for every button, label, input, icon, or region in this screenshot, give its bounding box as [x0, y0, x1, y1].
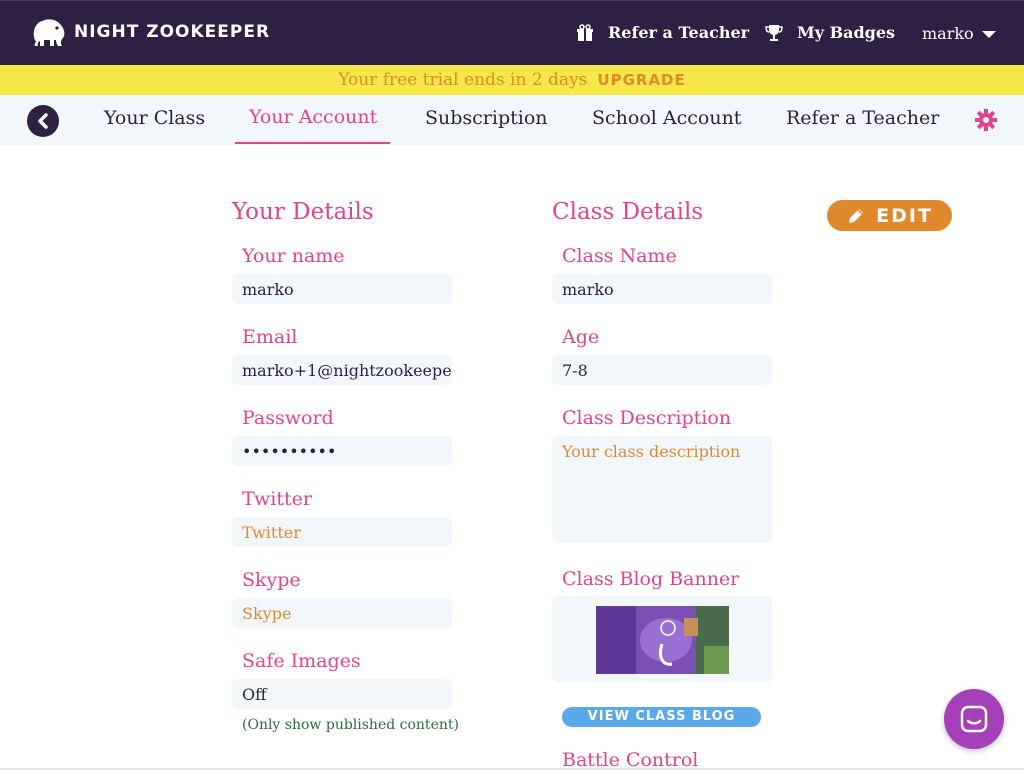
your-details-title: Your Details — [232, 199, 374, 225]
twitter-field[interactable]: Twitter — [232, 517, 452, 547]
tab-subscription[interactable]: Subscription — [425, 107, 548, 129]
password-field[interactable]: •••••••••• — [232, 436, 452, 466]
view-class-blog-button[interactable]: VIEW CLASS BLOG — [562, 707, 761, 727]
email-field[interactable]: marko+1@nightzookeeper — [232, 355, 452, 385]
battle-control-label: Battle Control — [562, 749, 699, 770]
trophy-icon — [765, 24, 783, 41]
skype-label: Skype — [242, 569, 301, 591]
tab-your-account[interactable]: Your Account — [249, 106, 377, 128]
my-badges-label: My Badges — [797, 23, 896, 42]
top-header: NIGHT ZOOKEEPER Refer a Teacher My Badge… — [0, 0, 1024, 65]
edit-button[interactable]: EDIT — [827, 200, 952, 231]
account-subnav: Your Class Your Account Subscription Sch… — [0, 95, 1024, 145]
trial-banner: Your free trial ends in 2 days UPGRADE — [0, 65, 1024, 95]
brand-logo-link[interactable]: NIGHT ZOOKEEPER — [30, 16, 270, 48]
email-label: Email — [242, 326, 298, 348]
age-label: Age — [562, 326, 600, 348]
back-arrow-icon — [38, 113, 48, 129]
tab-your-class[interactable]: Your Class — [104, 107, 205, 129]
brand-name: NIGHT ZOOKEEPER — [74, 22, 271, 42]
twitter-label: Twitter — [242, 488, 312, 510]
elephant-logo-icon — [33, 19, 65, 46]
your-name-field[interactable]: marko — [232, 274, 452, 304]
class-name-field[interactable]: marko — [552, 274, 772, 304]
skype-field[interactable]: Skype — [232, 598, 452, 628]
gear-icon[interactable] — [975, 109, 997, 131]
safe-images-select[interactable]: Off — [232, 679, 452, 709]
tab-refer-teacher[interactable]: Refer a Teacher — [786, 107, 939, 129]
class-description-label: Class Description — [562, 407, 732, 429]
refer-teacher-link[interactable]: Refer a Teacher — [576, 23, 749, 42]
password-label: Password — [242, 407, 334, 429]
refer-teacher-label: Refer a Teacher — [608, 23, 750, 42]
class-description-field[interactable]: Your class description — [552, 436, 772, 543]
your-name-label: Your name — [242, 245, 345, 267]
my-badges-link[interactable]: My Badges — [765, 23, 895, 42]
user-name: marko — [922, 24, 974, 43]
safe-images-hint: (Only show published content) — [242, 717, 459, 733]
safe-images-label: Safe Images — [242, 650, 361, 672]
chat-icon — [960, 705, 988, 733]
pencil-icon — [849, 208, 864, 223]
active-tab-underline — [235, 142, 390, 144]
tab-school-account[interactable]: School Account — [592, 107, 741, 129]
upgrade-link[interactable]: UPGRADE — [597, 71, 685, 89]
class-blog-banner-label: Class Blog Banner — [562, 568, 740, 590]
user-menu[interactable]: marko — [922, 24, 996, 43]
edit-label: EDIT — [876, 204, 933, 227]
class-details-title: Class Details — [552, 199, 704, 225]
chat-button[interactable] — [944, 689, 1004, 749]
class-name-label: Class Name — [562, 245, 677, 267]
blog-banner-image — [596, 606, 729, 674]
back-button[interactable] — [27, 105, 59, 137]
chevron-down-icon — [981, 31, 996, 38]
class-blog-banner[interactable] — [552, 596, 772, 682]
age-select[interactable]: 7-8 — [552, 355, 772, 385]
gift-icon — [577, 23, 593, 41]
trial-text: Your free trial ends in 2 days — [338, 70, 588, 90]
